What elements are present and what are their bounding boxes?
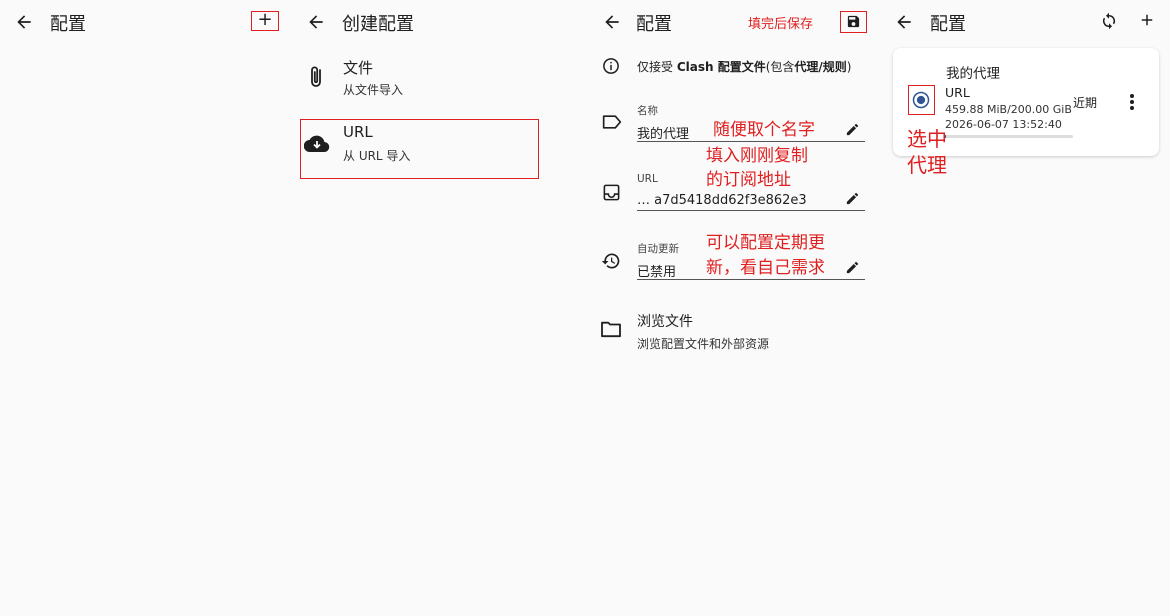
pencil-icon[interactable] (845, 260, 860, 275)
add-icon[interactable] (1138, 10, 1156, 30)
url-hint-annotation-line1: 填入刚刚复制 (706, 146, 808, 166)
back-arrow-icon[interactable] (306, 12, 326, 32)
page-title: 配置 (930, 14, 966, 35)
profile-usage: 459.88 MiB/200.00 GiB (945, 103, 1072, 116)
refresh-icon[interactable] (1100, 12, 1118, 30)
pencil-icon[interactable] (845, 191, 860, 206)
folder-icon (600, 320, 622, 338)
item-title: 浏览文件 (637, 314, 693, 330)
item-title: URL (343, 123, 373, 141)
name-hint-annotation: 随便取个名字 (713, 120, 815, 140)
back-arrow-icon[interactable] (602, 12, 622, 32)
page-title: 配置 (50, 14, 86, 35)
add-icon[interactable]: + (251, 9, 279, 30)
history-icon (601, 251, 621, 271)
page-title: 配置 (636, 14, 672, 35)
profile-type: URL (945, 85, 970, 100)
select-hint-line1: 选中 (907, 127, 947, 151)
edit-profile-panel: 配置 填完后保存 仅接受 Clash 配置文件(包含代理/规则) 名称 我的代理… (586, 0, 878, 616)
auto-update-hint-line2: 新，看自己需求 (706, 258, 825, 278)
label-icon (602, 114, 622, 130)
profiles-list-panel: 配置 我的代理 URL 459.88 MiB/200.00 GiB 2026-0… (880, 0, 1170, 616)
field-underline (637, 210, 865, 211)
auto-update-label: 自动更新 (637, 243, 679, 255)
item-subtitle: 从 URL 导入 (343, 149, 411, 163)
browse-files-item[interactable]: 浏览文件 浏览配置文件和外部资源 (586, 306, 878, 356)
back-arrow-icon[interactable] (894, 12, 914, 32)
url-field[interactable]: … a7d5418dd62f3e862e3 (637, 193, 841, 208)
auto-update-field[interactable]: 已禁用 (637, 261, 676, 280)
select-hint-line2: 代理 (907, 153, 947, 177)
paperclip-icon (306, 64, 328, 90)
top-app-bar: 创建配置 (292, 0, 584, 44)
url-hint-annotation-line2: 的订阅地址 (706, 170, 791, 190)
cloud-download-icon (304, 134, 330, 154)
name-field-label: 名称 (637, 105, 658, 117)
item-subtitle: 浏览配置文件和外部资源 (637, 337, 770, 351)
auto-update-hint-line1: 可以配置定期更 (706, 233, 825, 253)
import-from-file-item[interactable]: 文件 从文件导入 (292, 52, 584, 106)
more-vert-icon[interactable] (1129, 93, 1135, 111)
field-underline (637, 279, 865, 280)
item-subtitle: 从文件导入 (343, 83, 404, 97)
profile-name: 我的代理 (946, 66, 1000, 82)
url-field-label: URL (637, 173, 658, 185)
save-icon[interactable] (846, 14, 861, 29)
pencil-icon[interactable] (845, 122, 860, 137)
usage-progress-track (945, 135, 1073, 138)
page-title: 创建配置 (342, 14, 414, 35)
top-app-bar: 配置 (880, 0, 1170, 44)
save-hint-annotation: 填完后保存 (748, 17, 814, 32)
info-icon (602, 57, 620, 75)
profile-recency: 近期 (1073, 96, 1098, 110)
top-app-bar: 配置 填完后保存 (586, 0, 878, 44)
inbox-icon (602, 183, 621, 202)
profile-updated: 2026-06-07 13:52:40 (945, 118, 1062, 131)
profiles-panel: 配置 + (0, 0, 292, 616)
radio-selected-icon[interactable] (912, 91, 930, 109)
back-arrow-icon[interactable] (14, 12, 34, 32)
info-text: 仅接受 Clash 配置文件(包含代理/规则) (637, 60, 852, 74)
top-app-bar: 配置 + (0, 0, 292, 44)
create-profile-panel: 创建配置 文件 从文件导入 URL 从 URL 导入 (292, 0, 584, 616)
item-title: 文件 (343, 59, 374, 77)
import-from-url-item[interactable]: URL 从 URL 导入 (300, 119, 539, 179)
